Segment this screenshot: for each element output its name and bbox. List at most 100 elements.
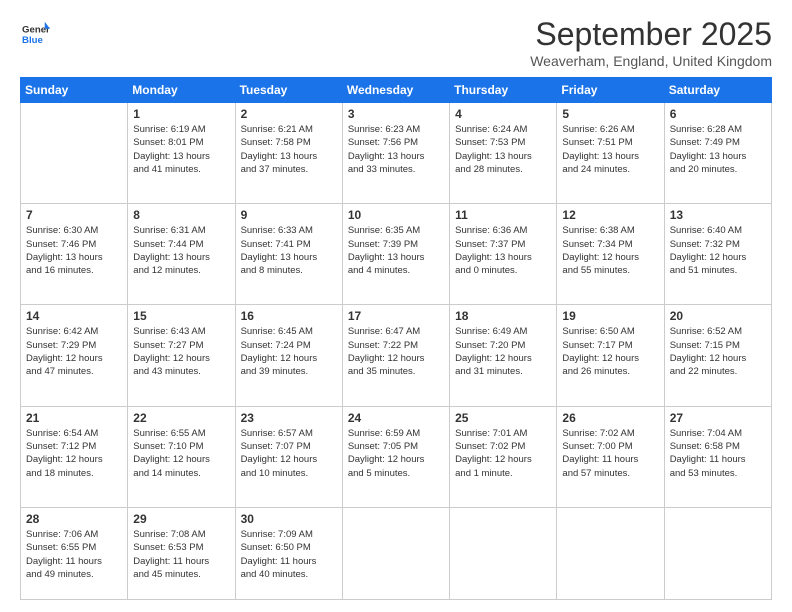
day-info: Sunrise: 6:24 AM Sunset: 7:53 PM Dayligh… (455, 123, 551, 176)
title-block: September 2025 Weaverham, England, Unite… (530, 16, 772, 69)
calendar-table: Sunday Monday Tuesday Wednesday Thursday… (20, 77, 772, 600)
day-info: Sunrise: 6:28 AM Sunset: 7:49 PM Dayligh… (670, 123, 766, 176)
calendar-cell (342, 507, 449, 599)
calendar-cell: 28Sunrise: 7:06 AM Sunset: 6:55 PM Dayli… (21, 507, 128, 599)
week-row-4: 21 Sunrise: 6:54 AM Sunset: 7:12 PM Dayli… (21, 406, 772, 507)
calendar-cell: 10 Sunrise: 6:35 AM Sunset: 7:39 PM Dayli… (342, 204, 449, 305)
col-friday: Friday (557, 78, 664, 103)
day-number: 27 (670, 411, 766, 425)
calendar-cell (664, 507, 771, 599)
day-number: 28 (26, 512, 122, 526)
day-info: Sunrise: 6:23 AM Sunset: 7:56 PM Dayligh… (348, 123, 444, 176)
day-number: 3 (348, 107, 444, 121)
day-number: 18 (455, 309, 551, 323)
day-number: 26 (562, 411, 658, 425)
calendar-cell: 19 Sunrise: 6:50 AM Sunset: 7:17 PM Dayli… (557, 305, 664, 406)
day-info: Sunrise: 6:36 AM Sunset: 7:37 PM Dayligh… (455, 224, 551, 277)
calendar-cell: 17 Sunrise: 6:47 AM Sunset: 7:22 PM Dayli… (342, 305, 449, 406)
logo: General Blue (20, 20, 50, 48)
day-info: Sunrise: 6:49 AM Sunset: 7:20 PM Dayligh… (455, 325, 551, 378)
day-number: 1 (133, 107, 229, 121)
day-number: 14 (26, 309, 122, 323)
calendar-cell: 3 Sunrise: 6:23 AM Sunset: 7:56 PM Daylig… (342, 103, 449, 204)
day-number: 12 (562, 208, 658, 222)
day-info: Sunrise: 7:02 AM Sunset: 7:00 PM Dayligh… (562, 427, 658, 480)
calendar-cell: 15Sunrise: 6:43 AM Sunset: 7:27 PM Dayli… (128, 305, 235, 406)
day-number: 6 (670, 107, 766, 121)
day-number: 11 (455, 208, 551, 222)
day-info: Sunrise: 6:42 AM Sunset: 7:29 PM Dayligh… (26, 325, 122, 378)
day-number: 4 (455, 107, 551, 121)
day-info: Sunrise: 6:55 AM Sunset: 7:10 PM Dayligh… (133, 427, 229, 480)
calendar-cell: 13 Sunrise: 6:40 AM Sunset: 7:32 PM Dayli… (664, 204, 771, 305)
calendar-cell: 2Sunrise: 6:21 AM Sunset: 7:58 PM Daylig… (235, 103, 342, 204)
col-saturday: Saturday (664, 78, 771, 103)
day-number: 7 (26, 208, 122, 222)
calendar-cell (450, 507, 557, 599)
day-info: Sunrise: 6:38 AM Sunset: 7:34 PM Dayligh… (562, 224, 658, 277)
week-row-3: 14 Sunrise: 6:42 AM Sunset: 7:29 PM Dayli… (21, 305, 772, 406)
day-number: 9 (241, 208, 337, 222)
week-row-2: 7 Sunrise: 6:30 AM Sunset: 7:46 PM Daylig… (21, 204, 772, 305)
day-info: Sunrise: 7:08 AM Sunset: 6:53 PM Dayligh… (133, 528, 229, 581)
calendar-cell: 5 Sunrise: 6:26 AM Sunset: 7:51 PM Daylig… (557, 103, 664, 204)
calendar-cell: 26 Sunrise: 7:02 AM Sunset: 7:00 PM Dayli… (557, 406, 664, 507)
day-info: Sunrise: 6:31 AM Sunset: 7:44 PM Dayligh… (133, 224, 229, 277)
week-row-5: 28Sunrise: 7:06 AM Sunset: 6:55 PM Dayli… (21, 507, 772, 599)
calendar-cell: 11 Sunrise: 6:36 AM Sunset: 7:37 PM Dayli… (450, 204, 557, 305)
day-number: 25 (455, 411, 551, 425)
page: General Blue September 2025 Weaverham, E… (0, 0, 792, 612)
day-info: Sunrise: 6:57 AM Sunset: 7:07 PM Dayligh… (241, 427, 337, 480)
month-title: September 2025 (530, 16, 772, 53)
calendar-cell: 25 Sunrise: 7:01 AM Sunset: 7:02 PM Dayli… (450, 406, 557, 507)
col-thursday: Thursday (450, 78, 557, 103)
day-number: 16 (241, 309, 337, 323)
day-number: 5 (562, 107, 658, 121)
week-row-1: 1 Sunrise: 6:19 AM Sunset: 8:01 PM Daylig… (21, 103, 772, 204)
calendar-cell: 8 Sunrise: 6:31 AM Sunset: 7:44 PM Daylig… (128, 204, 235, 305)
day-info: Sunrise: 6:19 AM Sunset: 8:01 PM Dayligh… (133, 123, 229, 176)
day-info: Sunrise: 6:35 AM Sunset: 7:39 PM Dayligh… (348, 224, 444, 277)
day-info: Sunrise: 6:43 AM Sunset: 7:27 PM Dayligh… (133, 325, 229, 378)
calendar-cell: 6 Sunrise: 6:28 AM Sunset: 7:49 PM Daylig… (664, 103, 771, 204)
day-number: 19 (562, 309, 658, 323)
day-info: Sunrise: 6:21 AM Sunset: 7:58 PM Dayligh… (241, 123, 337, 176)
day-number: 29 (133, 512, 229, 526)
day-number: 20 (670, 309, 766, 323)
day-info: Sunrise: 6:52 AM Sunset: 7:15 PM Dayligh… (670, 325, 766, 378)
calendar-cell: 7 Sunrise: 6:30 AM Sunset: 7:46 PM Daylig… (21, 204, 128, 305)
calendar-cell (557, 507, 664, 599)
day-info: Sunrise: 6:47 AM Sunset: 7:22 PM Dayligh… (348, 325, 444, 378)
day-info: Sunrise: 6:26 AM Sunset: 7:51 PM Dayligh… (562, 123, 658, 176)
header: General Blue September 2025 Weaverham, E… (20, 16, 772, 69)
calendar-cell: 4 Sunrise: 6:24 AM Sunset: 7:53 PM Daylig… (450, 103, 557, 204)
day-number: 10 (348, 208, 444, 222)
day-number: 23 (241, 411, 337, 425)
calendar-cell: 29 Sunrise: 7:08 AM Sunset: 6:53 PM Dayli… (128, 507, 235, 599)
day-info: Sunrise: 6:30 AM Sunset: 7:46 PM Dayligh… (26, 224, 122, 277)
day-info: Sunrise: 6:33 AM Sunset: 7:41 PM Dayligh… (241, 224, 337, 277)
day-number: 17 (348, 309, 444, 323)
calendar-cell: 23 Sunrise: 6:57 AM Sunset: 7:07 PM Dayli… (235, 406, 342, 507)
svg-text:Blue: Blue (22, 35, 43, 46)
day-number: 13 (670, 208, 766, 222)
calendar-cell: 14 Sunrise: 6:42 AM Sunset: 7:29 PM Dayli… (21, 305, 128, 406)
calendar-cell: 1 Sunrise: 6:19 AM Sunset: 8:01 PM Daylig… (128, 103, 235, 204)
day-info: Sunrise: 6:54 AM Sunset: 7:12 PM Dayligh… (26, 427, 122, 480)
day-info: Sunrise: 7:01 AM Sunset: 7:02 PM Dayligh… (455, 427, 551, 480)
day-number: 21 (26, 411, 122, 425)
logo-icon: General Blue (22, 20, 50, 48)
col-tuesday: Tuesday (235, 78, 342, 103)
calendar-cell (21, 103, 128, 204)
day-info: Sunrise: 6:50 AM Sunset: 7:17 PM Dayligh… (562, 325, 658, 378)
day-info: Sunrise: 6:40 AM Sunset: 7:32 PM Dayligh… (670, 224, 766, 277)
day-info: Sunrise: 7:09 AM Sunset: 6:50 PM Dayligh… (241, 528, 337, 581)
calendar-cell: 30Sunrise: 7:09 AM Sunset: 6:50 PM Dayli… (235, 507, 342, 599)
day-info: Sunrise: 6:59 AM Sunset: 7:05 PM Dayligh… (348, 427, 444, 480)
day-number: 8 (133, 208, 229, 222)
calendar-cell: 20 Sunrise: 6:52 AM Sunset: 7:15 PM Dayli… (664, 305, 771, 406)
col-sunday: Sunday (21, 78, 128, 103)
calendar-cell: 21 Sunrise: 6:54 AM Sunset: 7:12 PM Dayli… (21, 406, 128, 507)
calendar-cell: 22Sunrise: 6:55 AM Sunset: 7:10 PM Dayli… (128, 406, 235, 507)
calendar-cell: 12 Sunrise: 6:38 AM Sunset: 7:34 PM Dayli… (557, 204, 664, 305)
